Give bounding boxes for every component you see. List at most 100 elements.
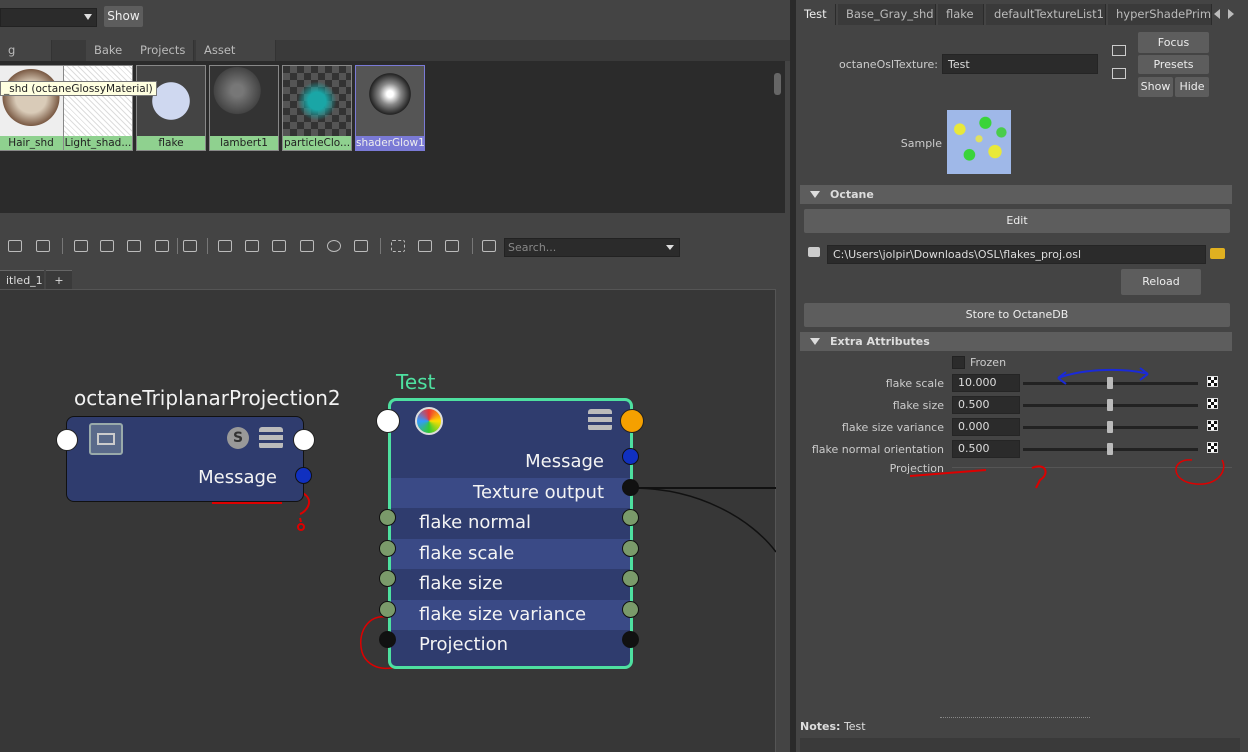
- swatch-mode-icon[interactable]: [354, 240, 368, 252]
- toolbar-separator: [207, 238, 208, 254]
- node-graph[interactable]: octaneTriplanarProjection2 S Message Tes…: [0, 289, 776, 752]
- custom-mode-icon[interactable]: [300, 240, 314, 252]
- swatch-particle-cloud[interactable]: particleClo...: [282, 65, 352, 151]
- row-message: Message: [525, 451, 604, 472]
- toolbar-separator: [177, 238, 178, 254]
- triplanar-node-title: octaneTriplanarProjection2: [74, 386, 341, 410]
- triplanar-input-port[interactable]: [56, 429, 78, 451]
- search-input[interactable]: Search...: [504, 238, 680, 257]
- flake-scale-in-port[interactable]: [379, 540, 396, 557]
- notes-area[interactable]: Notes: Test: [800, 720, 866, 733]
- simple-mode-icon[interactable]: [218, 240, 232, 252]
- flake-size-in-port[interactable]: [379, 570, 396, 587]
- browser-tabs: g Groups Bake Sets Projects Asset Nodes: [0, 40, 790, 78]
- flake-normal-orientation-in-port[interactable]: [379, 509, 396, 526]
- projection-in-port[interactable]: [379, 631, 396, 648]
- ae-annotations: [909, 367, 1225, 489]
- connected-mode-icon[interactable]: [245, 240, 259, 252]
- toolbar-separator: [472, 238, 473, 254]
- swatch-label: shaderGlow1: [356, 136, 424, 150]
- flake-normal-orientation-out-port[interactable]: [622, 509, 639, 526]
- tab-groups[interactable]: g Groups: [0, 40, 52, 78]
- test-input-port[interactable]: [376, 409, 400, 433]
- graph-remove-icon[interactable]: [127, 240, 141, 252]
- row-texture-output: Texture output: [391, 478, 630, 508]
- osl-texture-icon: [415, 407, 443, 435]
- triplanar-message-port[interactable]: [295, 467, 312, 484]
- swatch-image: [137, 66, 205, 136]
- swatch-image: [64, 66, 132, 136]
- swatch-label: particleClo...: [283, 136, 351, 150]
- notes-label: Notes:: [800, 720, 841, 733]
- add-tab-button[interactable]: +: [46, 270, 72, 289]
- test-node-title: Test: [396, 370, 436, 394]
- search-icon[interactable]: [327, 240, 341, 252]
- test-message-port[interactable]: [622, 448, 639, 465]
- graph-tabs: itled_1 +: [0, 270, 775, 289]
- input-connections-icon[interactable]: [8, 240, 22, 252]
- swatch-tooltip: _shd (octaneGlossyMaterial): [0, 81, 157, 96]
- refresh-icon[interactable]: [482, 240, 496, 252]
- texture-output-port[interactable]: [622, 479, 639, 496]
- top-bar: Show: [0, 0, 790, 36]
- swatch-image: [210, 66, 278, 136]
- full-mode-icon[interactable]: [272, 240, 286, 252]
- flake-scale-out-port[interactable]: [622, 540, 639, 557]
- output-connections-icon[interactable]: [36, 240, 50, 252]
- chevron-down-icon: [666, 245, 674, 250]
- swatch-lambert1[interactable]: lambert1: [209, 65, 279, 151]
- test-output-port[interactable]: [620, 409, 644, 433]
- search-placeholder: Search...: [508, 241, 557, 254]
- tab-untitled[interactable]: itled_1: [0, 270, 44, 289]
- connection-wire: [631, 487, 776, 553]
- connections-icon[interactable]: [183, 240, 197, 252]
- snap-grid-icon[interactable]: [418, 240, 432, 252]
- annotation-circle: [1175, 459, 1225, 485]
- swatch-label: Light_shad...: [64, 136, 132, 150]
- swatch-image: [356, 66, 424, 136]
- swatch-image: [283, 66, 351, 136]
- toolbar-separator: [380, 238, 381, 254]
- triplanar-message-label: Message: [198, 467, 277, 488]
- toolbar-separator: [62, 238, 63, 254]
- grid-icon[interactable]: [391, 240, 405, 252]
- notes-field[interactable]: [800, 738, 1240, 752]
- graph-arrange-icon[interactable]: [155, 240, 169, 252]
- node-menu-icon[interactable]: [588, 409, 612, 431]
- snap-nodes-icon[interactable]: [445, 240, 459, 252]
- tab-asset-nodes[interactable]: Asset Nodes: [196, 40, 276, 78]
- notes-resize-handle[interactable]: [940, 717, 1090, 718]
- hypershade-panel: Show g Groups Bake Sets Projects Asset N…: [0, 0, 790, 752]
- test-node[interactable]: Message Texture output flake normal orie…: [388, 398, 633, 669]
- swatch-image: [0, 66, 65, 136]
- graph-layout-icon[interactable]: [100, 240, 114, 252]
- annotation-underline: [909, 469, 987, 477]
- window-icon: [97, 433, 115, 445]
- projection-out-port[interactable]: [622, 631, 639, 648]
- triplanar-output-port[interactable]: [293, 429, 315, 451]
- scrollbar-thumb[interactable]: [774, 73, 781, 95]
- swatch-label: Hair_shd: [0, 136, 65, 150]
- flake-size-out-port[interactable]: [622, 570, 639, 587]
- browser-scrollbar[interactable]: [771, 61, 785, 213]
- tab-projects[interactable]: Projects: [132, 40, 194, 61]
- triplanar-node-icon: [89, 423, 123, 455]
- node-menu-icon[interactable]: [259, 427, 283, 449]
- swatch-label: flake: [137, 136, 205, 150]
- chevron-down-icon: [84, 14, 92, 20]
- flake-size-variance-out-port[interactable]: [622, 601, 639, 618]
- swatch-toggle-icon[interactable]: S: [227, 427, 249, 449]
- swatch-flake[interactable]: flake: [136, 65, 206, 151]
- row-flake-size-variance: flake size variance: [391, 600, 630, 630]
- swatch-light-shad[interactable]: Light_shad...: [63, 65, 133, 151]
- show-button[interactable]: Show: [104, 6, 143, 27]
- triplanar-node[interactable]: S Message: [66, 416, 304, 502]
- notes-value: Test: [843, 720, 866, 733]
- swatch-shader-glow1[interactable]: shaderGlow1: [355, 65, 425, 151]
- row-flake-size: flake size: [419, 573, 503, 594]
- annotation-slider-arrow: [1057, 367, 1149, 385]
- swatch-hair-shd[interactable]: Hair_shd: [0, 65, 66, 151]
- filter-dropdown[interactable]: [0, 8, 97, 27]
- flake-size-variance-in-port[interactable]: [379, 601, 396, 618]
- frame-selected-icon[interactable]: [74, 240, 88, 252]
